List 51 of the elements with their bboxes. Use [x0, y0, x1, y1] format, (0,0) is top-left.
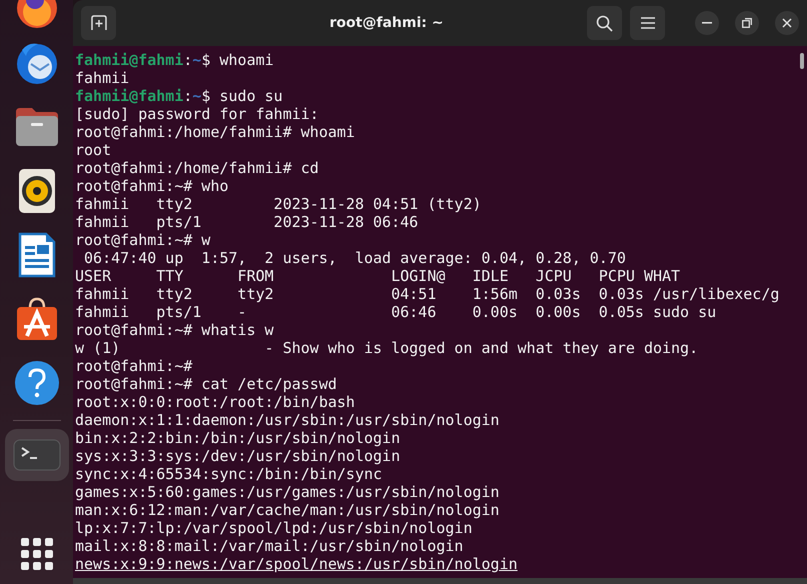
- terminal-line: 06:47:40 up 1:57, 2 users, load average: 0.04, 0.28, 0.70: [83, 249, 626, 267]
- minimize-icon: [702, 22, 712, 24]
- terminal-line: bin:x:2:2:bin:/bin:/usr/sbin/nologin: [75, 429, 400, 447]
- terminal-line: fahmii pts/1 2023-11-28 06:46: [75, 213, 418, 231]
- new-tab-button[interactable]: [81, 6, 116, 40]
- help-icon: [14, 360, 60, 406]
- app-grid-icon: [20, 538, 52, 570]
- terminal-line: sync:x:4:65534:sync:/bin:/bin/sync: [75, 465, 382, 483]
- terminal-line: root:x:0:0:root:/root:/bin/bash: [75, 393, 355, 411]
- speaker-icon: [18, 168, 56, 214]
- terminal-line: root@fahmi:/home/fahmii# whoami: [75, 123, 355, 141]
- terminal-line: fahmii tty2 2023-11-28 04:51 (tty2): [75, 195, 482, 213]
- maximize-button[interactable]: [735, 11, 759, 35]
- terminal-line: man:x:6:12:man:/var/cache/man:/usr/sbin/nologin: [75, 501, 500, 519]
- terminal-line: root: [75, 141, 112, 159]
- window-title: root@fahmi: ~: [328, 15, 444, 31]
- new-tab-icon: [90, 15, 106, 31]
- document-icon: [18, 232, 56, 278]
- folder-icon: [14, 106, 60, 148]
- terminal-line: root@fahmi:~# w: [75, 231, 210, 249]
- terminal-line: [sudo] password for fahmii:: [75, 105, 319, 123]
- shopping-bag-icon: [14, 296, 58, 342]
- show-apps-button[interactable]: [20, 538, 52, 570]
- terminal-line: root@fahmi:~# whatis w: [75, 321, 274, 339]
- terminal-line: fahmii@fahmi:~$ whoami: [75, 51, 274, 69]
- terminal-line: USER TTY FROM LOGIN@ IDLE JCPU PCPU WHAT: [75, 267, 680, 285]
- terminal-line: root@fahmi:~# who: [75, 177, 229, 195]
- terminal-line: news:x:9:9:news:/var/spool/news:/usr/sbin/nologin: [75, 555, 518, 573]
- terminal-line: root@fahmi:~# cat /etc/passwd: [75, 375, 337, 393]
- terminal-line: w (1) - Show who is logged on and what they are doing.: [75, 339, 698, 357]
- search-button[interactable]: [587, 6, 622, 40]
- terminal-icon: [12, 439, 60, 471]
- terminal-line: fahmii tty2 tty2 04:51 1:56m 0.03s 0.03s /usr/libexec/g: [75, 285, 780, 303]
- search-icon: [596, 14, 613, 32]
- minimize-button[interactable]: [695, 11, 719, 35]
- terminal-line: games:x:5:60:games:/usr/games:/usr/sbin/nologin: [75, 483, 500, 501]
- terminal-line: fahmii pts/1 - 06:46 0.00s 0.00s 0.05s sudo su: [75, 303, 716, 321]
- terminal-line: sys:x:3:3:sys:/dev:/usr/sbin/nologin: [75, 447, 400, 465]
- terminal-line: mail:x:8:8:mail:/var/mail:/usr/sbin/nologin: [75, 537, 464, 555]
- terminal-line: lp:x:7:7:lp:/var/spool/lpd:/usr/sbin/nologin: [75, 519, 472, 537]
- scrollbar[interactable]: [800, 53, 804, 69]
- terminal-line: daemon:x:1:1:daemon:/usr/sbin:/usr/sbin/nologin: [75, 411, 500, 429]
- restore-icon: [742, 18, 752, 28]
- close-button[interactable]: [775, 11, 799, 35]
- close-icon: [782, 18, 792, 28]
- menu-button[interactable]: [630, 6, 665, 40]
- terminal-line: root@fahmi:/home/fahmii# cd: [75, 159, 319, 177]
- terminal-line: root@fahmi:~#: [75, 357, 192, 375]
- menu-icon: [640, 17, 654, 29]
- terminal-line: fahmii@fahmi:~$ sudo su: [75, 87, 283, 105]
- terminal-line: fahmii: [75, 69, 130, 87]
